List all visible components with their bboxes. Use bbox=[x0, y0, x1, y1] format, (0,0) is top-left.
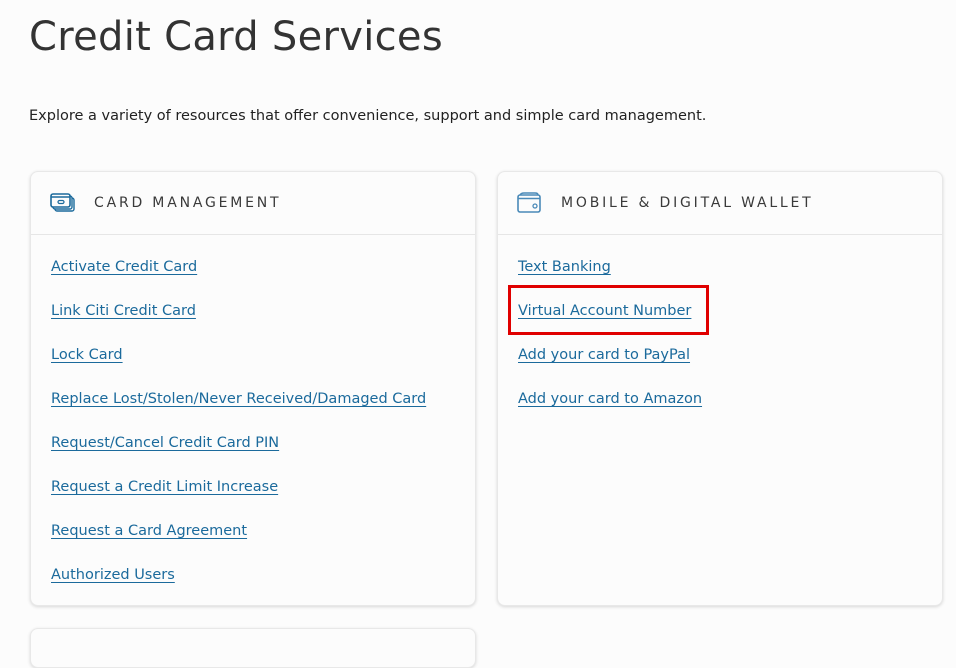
lock-card-link[interactable]: Lock Card bbox=[51, 347, 123, 363]
text-banking-link[interactable]: Text Banking bbox=[518, 259, 611, 275]
list-item: Request a Card Agreement bbox=[51, 520, 475, 564]
card-management-links: Activate Credit Card Link Citi Credit Ca… bbox=[31, 235, 475, 608]
page-subtitle: Explore a variety of resources that offe… bbox=[29, 108, 707, 124]
list-item: Link Citi Credit Card bbox=[51, 300, 475, 344]
list-item: Authorized Users bbox=[51, 564, 475, 608]
mobile-digital-wallet-panel: MOBILE & DIGITAL WALLET Text Banking Vir… bbox=[497, 171, 943, 606]
authorized-users-link[interactable]: Authorized Users bbox=[51, 567, 175, 583]
card-management-panel: CARD MANAGEMENT Activate Credit Card Lin… bbox=[30, 171, 476, 606]
add-card-amazon-link[interactable]: Add your card to Amazon bbox=[518, 391, 702, 407]
next-panel-partial bbox=[30, 628, 476, 668]
replace-card-link[interactable]: Replace Lost/Stolen/Never Received/Damag… bbox=[51, 391, 426, 407]
list-item: Replace Lost/Stolen/Never Received/Damag… bbox=[51, 388, 475, 432]
list-item: Add your card to PayPal bbox=[518, 344, 942, 388]
list-item: Request a Credit Limit Increase bbox=[51, 476, 475, 520]
card-management-heading: CARD MANAGEMENT bbox=[94, 195, 282, 211]
card-management-header: CARD MANAGEMENT bbox=[31, 172, 475, 235]
link-citi-credit-card-link[interactable]: Link Citi Credit Card bbox=[51, 303, 196, 319]
credit-limit-increase-link[interactable]: Request a Credit Limit Increase bbox=[51, 479, 278, 495]
mobile-wallet-header: MOBILE & DIGITAL WALLET bbox=[498, 172, 942, 235]
wallet-icon bbox=[517, 192, 543, 214]
list-item: Activate Credit Card bbox=[51, 256, 475, 300]
list-item: Lock Card bbox=[51, 344, 475, 388]
page-title: Credit Card Services bbox=[29, 14, 443, 60]
request-cancel-pin-link[interactable]: Request/Cancel Credit Card PIN bbox=[51, 435, 279, 451]
list-item: Request/Cancel Credit Card PIN bbox=[51, 432, 475, 476]
credit-cards-icon bbox=[50, 192, 76, 214]
mobile-wallet-heading: MOBILE & DIGITAL WALLET bbox=[561, 195, 814, 211]
activate-credit-card-link[interactable]: Activate Credit Card bbox=[51, 259, 197, 275]
list-item: Add your card to Amazon bbox=[518, 388, 942, 432]
highlight-box bbox=[508, 285, 709, 335]
card-agreement-link[interactable]: Request a Card Agreement bbox=[51, 523, 247, 539]
add-card-paypal-link[interactable]: Add your card to PayPal bbox=[518, 347, 690, 363]
